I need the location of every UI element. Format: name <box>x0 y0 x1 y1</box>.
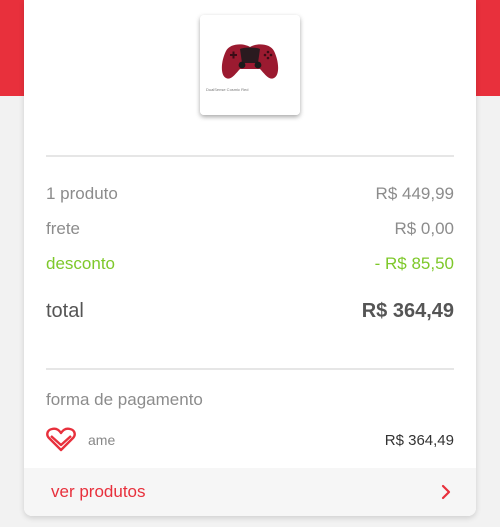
ame-heart-icon <box>46 427 76 452</box>
payment-method-row: ame R$ 364,49 <box>46 426 454 454</box>
payment-section-title: forma de pagamento <box>46 390 203 409</box>
discount-label: desconto <box>46 254 115 273</box>
summary-shipping-row: frete R$ 0,00 <box>46 219 454 239</box>
divider <box>46 155 454 157</box>
product-thumbnail[interactable]: DualSense Cosmic Red <box>200 15 300 115</box>
payment-amount: R$ 364,49 <box>384 431 454 449</box>
payment-method: ame <box>46 427 115 453</box>
shipping-value: R$ 0,00 <box>394 219 454 238</box>
payment-method-name: ame <box>88 432 116 448</box>
view-products-button[interactable]: ver produtos <box>24 468 476 516</box>
gamepad-image <box>200 15 300 115</box>
chevron-right-icon <box>441 484 451 500</box>
thumbnail-caption: DualSense Cosmic Red <box>206 87 249 92</box>
divider <box>46 368 454 370</box>
items-label: 1 produto <box>46 184 118 203</box>
items-value: R$ 449,99 <box>375 184 454 203</box>
view-products-label: ver produtos <box>51 482 146 501</box>
shipping-label: frete <box>46 219 81 238</box>
order-summary-card: DualSense Cosmic Red 1 produto R$ 449,99… <box>24 0 476 516</box>
summary-items-row: 1 produto R$ 449,99 <box>46 184 454 204</box>
summary-total-row: total R$ 364,49 <box>46 300 454 323</box>
summary-discount-row: desconto - R$ 85,50 <box>46 254 454 274</box>
total-value: R$ 364,49 <box>361 300 454 322</box>
total-label: total <box>46 300 84 322</box>
discount-value: - R$ 85,50 <box>374 254 454 273</box>
